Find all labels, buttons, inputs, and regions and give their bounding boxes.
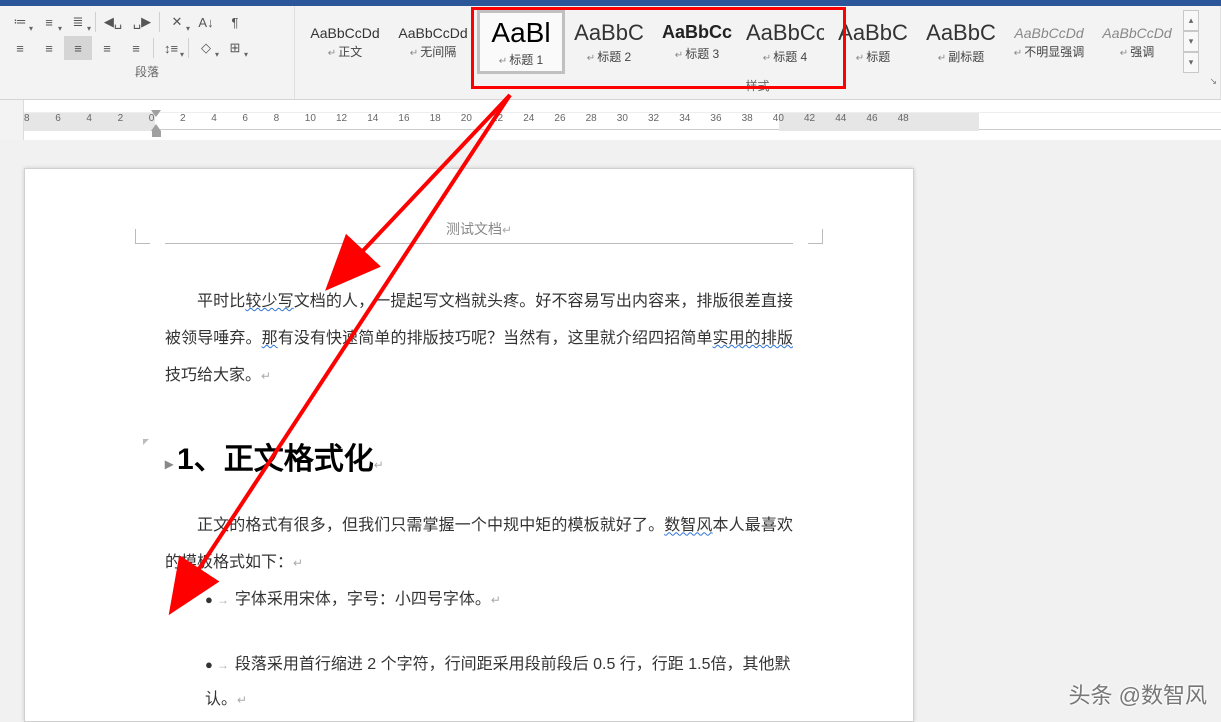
style-preview: AaBbCcDd: [1010, 25, 1088, 41]
ruler-tick: 8: [24, 113, 30, 124]
show-hide-button[interactable]: ¶: [221, 10, 249, 34]
ruler-tick: 2: [118, 113, 124, 124]
ruler-tick: 14: [367, 113, 378, 124]
style-label: ↵正文: [328, 43, 362, 60]
align-center-button[interactable]: ≡: [35, 36, 63, 60]
ruler-tick: 4: [211, 113, 217, 124]
style-item-8[interactable]: AaBbCcDd ↵不明显强调: [1005, 10, 1093, 74]
align-right-button[interactable]: ≡: [64, 36, 92, 60]
bullets-button[interactable]: ≔: [6, 10, 34, 34]
ruler-tick: 48: [898, 113, 909, 124]
ruler-tick: 20: [461, 113, 472, 124]
bullet-2[interactable]: ●→段落采用首行缩进 2 个字符，行间距采用段前段后 0.5 行，行距 1.5倍…: [205, 647, 793, 717]
bullet-1[interactable]: ●→字体采用宋体，字号：小四号字体。↵: [205, 582, 793, 617]
style-preview: AaBbCcDd: [306, 25, 384, 41]
increase-indent-button[interactable]: ␣▶: [128, 10, 156, 34]
style-item-2[interactable]: AaBl ↵标题 1: [477, 10, 565, 74]
style-preview: AaBbC: [922, 20, 1000, 46]
ruler-tick: 42: [804, 113, 815, 124]
paragraph-2[interactable]: 正文的格式有很多，但我们只需掌握一个中规中矩的模板就好了。数智风本人最喜欢的模板…: [165, 508, 793, 582]
style-preview: AaBl: [484, 17, 558, 49]
ruler-tick: 38: [742, 113, 753, 124]
ruler-tick: 10: [305, 113, 316, 124]
ruler-tick: 22: [492, 113, 503, 124]
left-indent-marker[interactable]: [152, 131, 161, 137]
asian-layout-button[interactable]: ✕: [163, 10, 191, 34]
ruler-tick: 12: [336, 113, 347, 124]
document-page[interactable]: 测试文档↵ 平时比较少写文档的人，一提起写文档就头疼。好不容易写出内容来，排版很…: [24, 168, 914, 722]
style-label: ↵副标题: [938, 48, 984, 65]
first-line-indent-marker[interactable]: [151, 110, 161, 117]
ruler-tick: 32: [648, 113, 659, 124]
style-item-3[interactable]: AaBbC ↵标题 2: [565, 10, 653, 74]
horizontal-ruler[interactable]: 8642024681012141618202224262830323436384…: [24, 112, 1221, 130]
ruler-tick: 34: [679, 113, 690, 124]
style-preview: AaBbC: [834, 20, 912, 46]
page-header-text: 测试文档: [446, 221, 502, 237]
ruler-tick: 4: [86, 113, 92, 124]
style-label: ↵标题 3: [675, 45, 719, 62]
style-label: ↵标题 1: [499, 51, 543, 68]
ruler-tick: 44: [835, 113, 846, 124]
style-preview: AaBbC: [570, 20, 648, 46]
ruler-tick: 30: [617, 113, 628, 124]
gallery-scroll-up-icon[interactable]: ▴: [1183, 10, 1199, 31]
gallery-expand-icon[interactable]: ▾: [1183, 52, 1199, 73]
style-label: ↵不明显强调: [1014, 43, 1084, 60]
heading-1[interactable]: ▸1、正文格式化↵: [165, 434, 793, 478]
line-spacing-button[interactable]: ↕≡: [157, 36, 185, 60]
style-preview: AaBbCc: [658, 22, 736, 43]
page-header: 测试文档↵: [165, 219, 793, 244]
styles-group: AaBbCcDd ↵正文 AaBbCcDd ↵无间隔 AaBl ↵标题 1 AaBbC ↵标题…: [295, 6, 1221, 99]
shading-button[interactable]: ◇: [192, 36, 220, 60]
styles-group-label: 样式: [301, 74, 1214, 94]
ruler-tick: 18: [430, 113, 441, 124]
ruler-tick: 26: [554, 113, 565, 124]
style-item-6[interactable]: AaBbC ↵标题: [829, 10, 917, 74]
ruler-tick: 16: [398, 113, 409, 124]
style-preview: AaBbCcDd: [394, 25, 472, 41]
ribbon: ≔ ≡ ≣ ◀␣ ␣▶ ✕ A↓ ¶ ≡ ≡ ≡ ≡ ≡ ↕≡ ◇: [0, 6, 1221, 100]
corner-marker: [143, 439, 149, 445]
style-item-7[interactable]: AaBbC ↵副标题: [917, 10, 1005, 74]
borders-button[interactable]: ⊞: [221, 36, 249, 60]
styles-gallery[interactable]: AaBbCcDd ↵正文 AaBbCcDd ↵无间隔 AaBl ↵标题 1 AaBbC ↵标题…: [301, 10, 1181, 74]
style-label: ↵标题 4: [763, 48, 807, 65]
style-item-4[interactable]: AaBbCc ↵标题 3: [653, 10, 741, 74]
decrease-indent-button[interactable]: ◀␣: [99, 10, 127, 34]
gallery-scroll-down-icon[interactable]: ▾: [1183, 31, 1199, 52]
style-label: ↵无间隔: [410, 43, 456, 60]
style-label: ↵标题 2: [587, 48, 631, 65]
ruler-tick: 6: [55, 113, 61, 124]
ruler-tick: 28: [586, 113, 597, 124]
sort-button[interactable]: A↓: [192, 10, 220, 34]
gallery-scroll[interactable]: ▴ ▾ ▾: [1183, 10, 1199, 74]
numbering-button[interactable]: ≡: [35, 10, 63, 34]
ruler-tick: 36: [710, 113, 721, 124]
ruler-tick: 6: [242, 113, 248, 124]
justify-button[interactable]: ≡: [93, 36, 121, 60]
ruler-tick: 40: [773, 113, 784, 124]
style-item-9[interactable]: AaBbCcDd ↵强调: [1093, 10, 1181, 74]
paragraph-1[interactable]: 平时比较少写文档的人，一提起写文档就头疼。好不容易写出内容来，排版很差直接被领导…: [165, 284, 793, 394]
style-label: ↵强调: [1120, 43, 1154, 60]
ruler-tick: 8: [274, 113, 280, 124]
style-item-1[interactable]: AaBbCcDd ↵无间隔: [389, 10, 477, 74]
watermark: 头条 @数智风: [1069, 678, 1207, 710]
style-item-0[interactable]: AaBbCcDd ↵正文: [301, 10, 389, 74]
style-label: ↵标题: [856, 48, 890, 65]
paragraph-group-label: 段落: [6, 60, 288, 80]
distributed-button[interactable]: ≡: [122, 36, 150, 60]
paragraph-group: ≔ ≡ ≣ ◀␣ ␣▶ ✕ A↓ ¶ ≡ ≡ ≡ ≡ ≡ ↕≡ ◇: [0, 6, 295, 99]
ruler-tick: 24: [523, 113, 534, 124]
hanging-indent-marker[interactable]: [151, 124, 161, 131]
align-left-button[interactable]: ≡: [6, 36, 34, 60]
style-preview: AaBbCc: [746, 20, 824, 46]
style-item-5[interactable]: AaBbCc ↵标题 4: [741, 10, 829, 74]
style-preview: AaBbCcDd: [1098, 25, 1176, 41]
ruler-tick: 2: [180, 113, 186, 124]
ruler-tick: 46: [866, 113, 877, 124]
ruler-area: 8642024681012141618202224262830323436384…: [0, 100, 1221, 140]
multilevel-list-button[interactable]: ≣: [64, 10, 92, 34]
